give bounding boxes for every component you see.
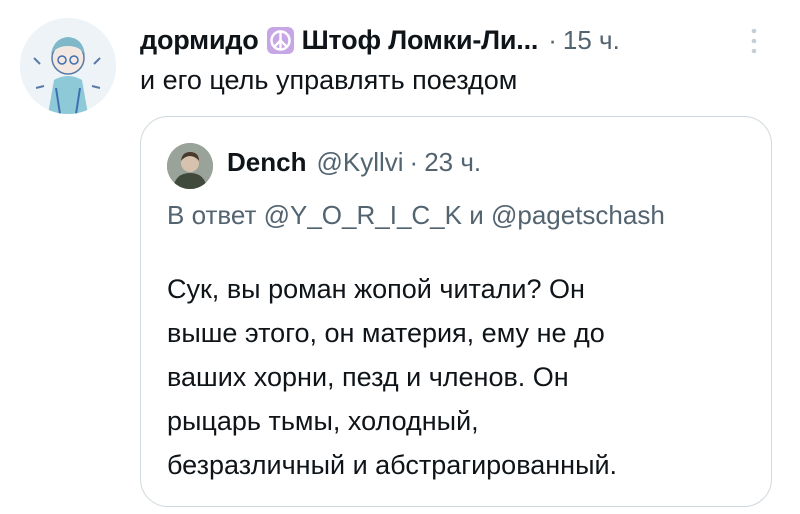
quote-body-line: безразличный и абстрагированный. bbox=[167, 450, 618, 480]
quote-body: Сук, вы роман жопой читали? Он выше этог… bbox=[167, 267, 757, 487]
quote-body-line: ваших хорни, пезд и членов. Он bbox=[167, 362, 569, 392]
quote-body-line: выше этого, он материя, ему не до bbox=[167, 318, 605, 348]
author-display-name[interactable]: дормидо bbox=[140, 25, 259, 56]
tweet-time[interactable]: 15 ч. bbox=[563, 25, 620, 56]
author-avatar[interactable] bbox=[20, 18, 116, 114]
quoted-tweet-card[interactable]: Dench @Kyllvi · 23 ч. В ответ @Y_O_R_I_C… bbox=[140, 116, 772, 507]
tweet-header: дормидо Штоф Ломки-Ли... · 15 ч. bbox=[140, 22, 620, 58]
quote-header: Dench @Kyllvi · 23 ч. bbox=[227, 147, 481, 178]
quote-body-line: рыцарь тьмы, холодный, bbox=[167, 406, 479, 436]
peace-symbol-icon bbox=[266, 26, 294, 54]
tweet-text: и его цель управлять поездом bbox=[140, 65, 518, 95]
quote-author-handle[interactable]: @Kyllvi bbox=[316, 147, 403, 178]
vertical-dots-icon[interactable] bbox=[748, 26, 760, 56]
quote-separator: · bbox=[409, 147, 419, 177]
quote-author-name[interactable]: Dench bbox=[227, 147, 306, 178]
quote-author-avatar[interactable] bbox=[167, 143, 213, 189]
header-separator: · bbox=[548, 24, 557, 55]
reply-to-line: В ответ @Y_O_R_I_C_K и @pagetschash bbox=[167, 200, 665, 230]
author-name-suffix[interactable]: Штоф Ломки-Ли... bbox=[302, 25, 539, 56]
quote-time[interactable]: 23 ч. bbox=[424, 147, 481, 178]
quote-body-line: Сук, вы роман жопой читали? Он bbox=[167, 274, 585, 304]
